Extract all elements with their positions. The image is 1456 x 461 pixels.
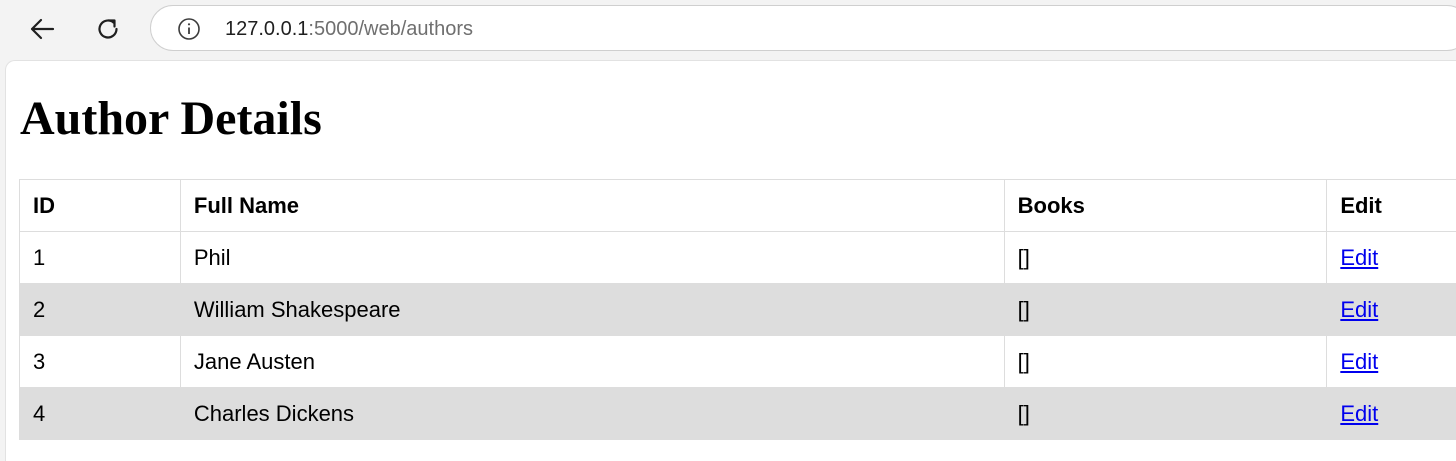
cell-full-name: Phil (180, 232, 1004, 284)
cell-books: [] (1004, 336, 1327, 388)
url-text[interactable]: 127.0.0.1:5000/web/authors (225, 18, 473, 40)
cell-id: 2 (20, 284, 181, 336)
back-arrow-icon (29, 16, 55, 42)
cell-id: 4 (20, 388, 181, 440)
cell-full-name: Jane Austen (180, 336, 1004, 388)
info-icon[interactable] (177, 17, 201, 41)
page-content: Author Details ID Full Name Books Edit 1… (5, 60, 1456, 461)
header-books: Books (1004, 180, 1327, 232)
edit-link[interactable]: Edit (1340, 245, 1378, 270)
reload-button[interactable] (88, 9, 128, 49)
cell-books: [] (1004, 388, 1327, 440)
cell-edit: Edit (1327, 284, 1456, 336)
cell-full-name: William Shakespeare (180, 284, 1004, 336)
back-button[interactable] (22, 9, 62, 49)
cell-edit: Edit (1327, 232, 1456, 284)
cell-books: [] (1004, 232, 1327, 284)
header-id: ID (20, 180, 181, 232)
url-path: :5000/web/authors (308, 18, 473, 40)
table-row: 4 Charles Dickens [] Edit (20, 388, 1456, 440)
url-host: 127.0.0.1 (225, 18, 308, 40)
cell-id: 1 (20, 232, 181, 284)
cell-full-name: Charles Dickens (180, 388, 1004, 440)
header-edit: Edit (1327, 180, 1456, 232)
cell-edit: Edit (1327, 336, 1456, 388)
cell-id: 3 (20, 336, 181, 388)
edit-link[interactable]: Edit (1340, 349, 1378, 374)
browser-toolbar: 127.0.0.1:5000/web/authors (0, 0, 1456, 58)
table-row: 3 Jane Austen [] Edit (20, 336, 1456, 388)
page-title: Author Details (20, 89, 322, 149)
reload-icon (94, 15, 122, 43)
table-header-row: ID Full Name Books Edit (20, 180, 1456, 232)
edit-link[interactable]: Edit (1340, 401, 1378, 426)
table-row: 2 William Shakespeare [] Edit (20, 284, 1456, 336)
edit-link[interactable]: Edit (1340, 297, 1378, 322)
address-bar[interactable]: 127.0.0.1:5000/web/authors (150, 5, 1456, 51)
cell-books: [] (1004, 284, 1327, 336)
authors-table: ID Full Name Books Edit 1 Phil [] Edit 2… (19, 179, 1456, 440)
header-full-name: Full Name (180, 180, 1004, 232)
table-row: 1 Phil [] Edit (20, 232, 1456, 284)
cell-edit: Edit (1327, 388, 1456, 440)
